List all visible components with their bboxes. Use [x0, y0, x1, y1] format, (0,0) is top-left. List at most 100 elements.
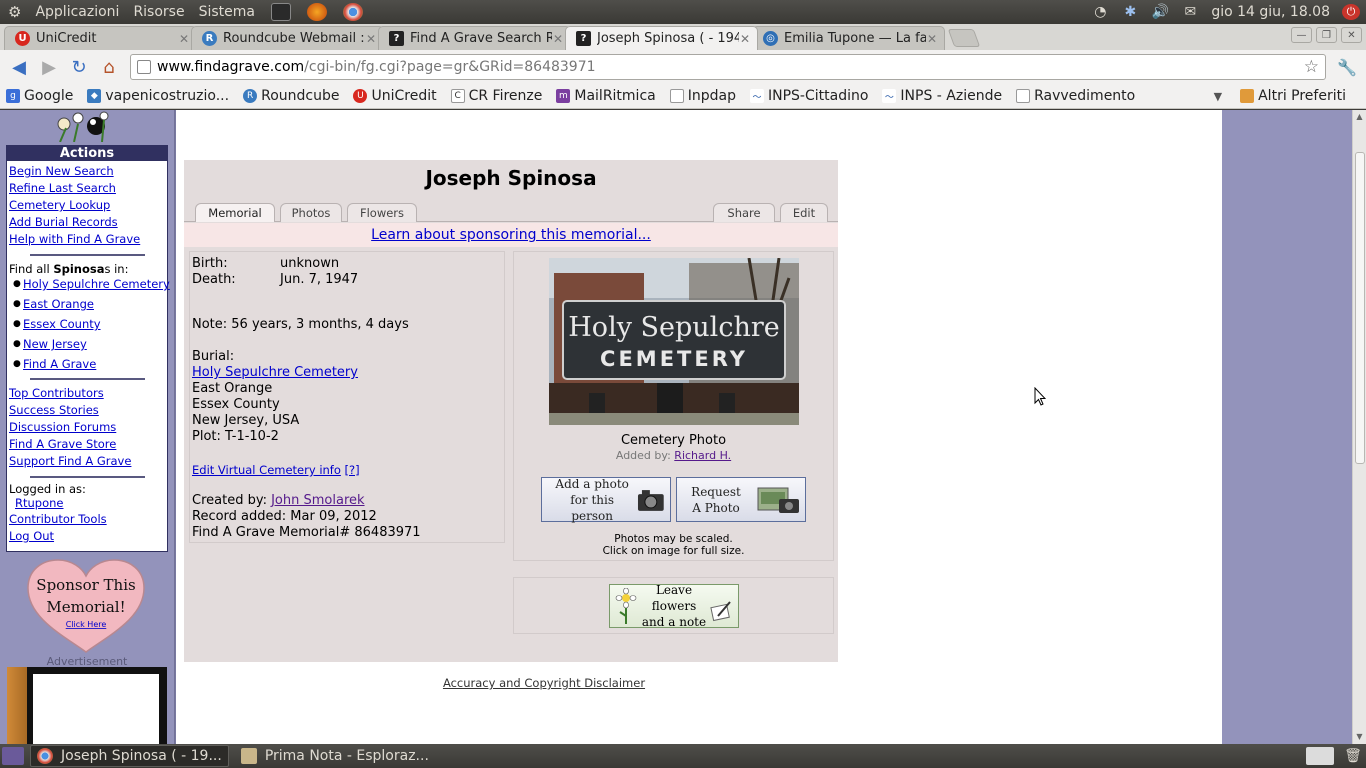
close-window-icon[interactable]: ✕ — [1341, 27, 1362, 43]
add-burial-records-link[interactable]: Add Burial Records — [7, 214, 167, 231]
taskbar-item-chrome[interactable]: Joseph Spinosa ( - 19... — [30, 745, 229, 767]
menu-applications[interactable]: Applicazioni — [35, 4, 119, 20]
tab-flowers[interactable]: Flowers — [347, 203, 417, 222]
bookmark-inps-aziende[interactable]: 〜 INPS - Aziende — [882, 88, 1002, 104]
bookmark-cr-firenze[interactable]: C CR Firenze — [450, 88, 543, 104]
tab-joseph-spinosa[interactable]: ? Joseph Spinosa ( - 1947 ✕ — [565, 26, 758, 50]
sponsor-click-here[interactable]: Click Here — [66, 620, 107, 629]
bookmark-roundcube[interactable]: R Roundcube — [243, 88, 339, 104]
cemetery-link[interactable]: Holy Sepulchre Cemetery — [192, 365, 358, 380]
menu-places[interactable]: Risorse — [133, 4, 184, 20]
store-link[interactable]: Find A Grave Store — [7, 436, 167, 453]
minimize-icon[interactable]: — — [1291, 27, 1312, 43]
new-tab-button[interactable] — [947, 29, 981, 47]
close-tab-icon[interactable]: ✕ — [365, 32, 377, 46]
edit-button[interactable]: Edit — [780, 203, 828, 222]
mail-icon[interactable]: ✉ — [1181, 4, 1199, 20]
scroll-thumb[interactable] — [1355, 152, 1365, 464]
clock[interactable]: gio 14 giu, 18.08 — [1211, 4, 1330, 20]
firefox-icon[interactable] — [306, 3, 327, 21]
success-stories-link[interactable]: Success Stories — [7, 402, 167, 419]
share-button[interactable]: Share — [713, 203, 775, 222]
sponsor-memorial-heart-button[interactable]: Sponsor This Memorial! Click Here — [24, 558, 148, 654]
leave-flowers-button[interactable]: Leave flowers and a note — [609, 583, 739, 629]
bluetooth-icon[interactable]: ✱ — [1121, 4, 1139, 20]
contributor-tools-link[interactable]: Contributor Tools — [7, 511, 167, 528]
advertisement-image[interactable] — [7, 667, 167, 744]
address-bar[interactable]: www.findagrave.com/cgi-bin/fg.cgi?page=g… — [130, 54, 1326, 80]
trash-icon[interactable]: 🗑 — [1344, 748, 1362, 764]
forward-icon[interactable]: ▶ — [36, 54, 62, 80]
bookmark-label: CR Firenze — [468, 88, 543, 104]
creator-link[interactable]: John Smolarek — [271, 493, 364, 508]
photo-author-link[interactable]: Richard H. — [674, 449, 731, 462]
vertical-scrollbar[interactable]: ▲ ▼ — [1352, 110, 1366, 744]
begin-new-search-link[interactable]: Begin New Search — [7, 163, 167, 180]
support-link[interactable]: Support Find A Grave — [7, 453, 167, 470]
menu-system[interactable]: Sistema — [199, 4, 255, 20]
find-in-findagrave-link[interactable]: Find A Grave — [23, 358, 96, 371]
bookmark-vapenicostruzioni[interactable]: ◆ vapenicostruzio... — [87, 88, 229, 104]
find-all-label: Find all Spinosas in: — [7, 261, 167, 278]
top-contributors-link[interactable]: Top Contributors — [7, 385, 167, 402]
close-tab-icon[interactable]: ✕ — [926, 32, 938, 46]
tab-memorial[interactable]: Memorial — [195, 203, 275, 222]
home-icon[interactable]: ⌂ — [96, 54, 122, 80]
bookmark-unicredit[interactable]: U UniCredit — [353, 88, 437, 104]
power-icon[interactable]: ⏻ — [1342, 4, 1360, 20]
tab-emilia-tupone[interactable]: ◎ Emilia Tupone — La fam ✕ — [752, 26, 945, 50]
system-monitor-icon[interactable] — [270, 3, 291, 21]
log-out-link[interactable]: Log Out — [7, 528, 167, 545]
scroll-up-icon[interactable]: ▲ — [1353, 110, 1366, 124]
bookmark-google[interactable]: g Google — [6, 88, 73, 104]
bookmark-star-icon[interactable]: ☆ — [1304, 57, 1319, 77]
cemetery-lookup-link[interactable]: Cemetery Lookup — [7, 197, 167, 214]
workspace-switcher[interactable] — [1306, 747, 1334, 765]
logged-in-user-link[interactable]: Rtupone — [7, 496, 167, 511]
find-in-state-link[interactable]: New Jersey — [23, 338, 87, 351]
wrench-menu-icon[interactable]: 🔧 — [1334, 58, 1360, 77]
tab-findagrave-search[interactable]: ? Find A Grave Search Re ✕ — [378, 26, 571, 50]
find-in-city-link[interactable]: East Orange — [23, 298, 94, 311]
find-in-cemetery-link[interactable]: Holy Sepulchre Cemetery — [23, 278, 170, 291]
sign-line1: Holy Sepulchre — [568, 312, 779, 343]
bookmark-inpdap[interactable]: Inpdap — [669, 88, 736, 104]
divider — [29, 378, 145, 380]
sponsor-memorial-link[interactable]: Learn about sponsoring this memorial... — [371, 227, 651, 243]
virtual-cemetery-help-link[interactable]: [?] — [345, 463, 360, 477]
maximize-icon[interactable]: ❐ — [1316, 27, 1337, 43]
find-all-prefix: Find all — [9, 262, 54, 276]
other-bookmarks[interactable]: Altri Preferiti — [1240, 88, 1346, 104]
burial-county: Essex County — [192, 397, 280, 412]
request-photo-button[interactable]: Request A Photo — [676, 477, 806, 522]
ubuntu-logo-icon[interactable]: ⚙ — [8, 3, 21, 21]
bookmark-ravvedimento[interactable]: Ravvedimento — [1016, 88, 1135, 104]
edit-virtual-cemetery-link[interactable]: Edit Virtual Cemetery info — [192, 463, 341, 477]
add-photo-button[interactable]: Add a photo for this person — [541, 477, 671, 523]
tab-photos[interactable]: Photos — [280, 203, 342, 222]
cemetery-photo[interactable]: Holy Sepulchre CEMETERY — [549, 258, 799, 425]
volume-icon[interactable]: 🔊 — [1151, 4, 1169, 20]
tab-roundcube[interactable]: R Roundcube Webmail :: 2 ✕ — [191, 26, 384, 50]
refine-last-search-link[interactable]: Refine Last Search — [7, 180, 167, 197]
help-link[interactable]: Help with Find A Grave — [7, 231, 167, 248]
close-tab-icon[interactable]: ✕ — [552, 32, 564, 46]
taskbar-item-file-manager[interactable]: Prima Nota - Esploraz... — [235, 745, 435, 767]
close-tab-icon[interactable]: ✕ — [178, 32, 190, 46]
scroll-down-icon[interactable]: ▼ — [1353, 730, 1366, 744]
back-icon[interactable]: ◀ — [6, 54, 32, 80]
bookmarks-overflow-chevron-icon[interactable]: ▼ — [1214, 90, 1222, 103]
reload-icon[interactable]: ↻ — [66, 54, 92, 80]
chrome-icon[interactable] — [342, 3, 363, 21]
show-desktop-icon[interactable] — [2, 747, 24, 765]
close-tab-icon[interactable]: ✕ — [739, 32, 751, 46]
bookmark-inps-cittadino[interactable]: 〜 INPS-Cittadino — [749, 88, 868, 104]
wifi-icon[interactable]: ◔ — [1091, 4, 1109, 20]
inps-icon: 〜 — [882, 89, 897, 103]
discussion-forums-link[interactable]: Discussion Forums — [7, 419, 167, 436]
tab-unicredit[interactable]: U UniCredit ✕ — [4, 26, 197, 50]
find-in-county-link[interactable]: Essex County — [23, 318, 101, 331]
flowers-panel: Leave flowers and a note — [513, 577, 834, 634]
disclaimer-link[interactable]: Accuracy and Copyright Disclaimer — [443, 676, 645, 690]
bookmark-mailritmica[interactable]: m MailRitmica — [556, 88, 656, 104]
